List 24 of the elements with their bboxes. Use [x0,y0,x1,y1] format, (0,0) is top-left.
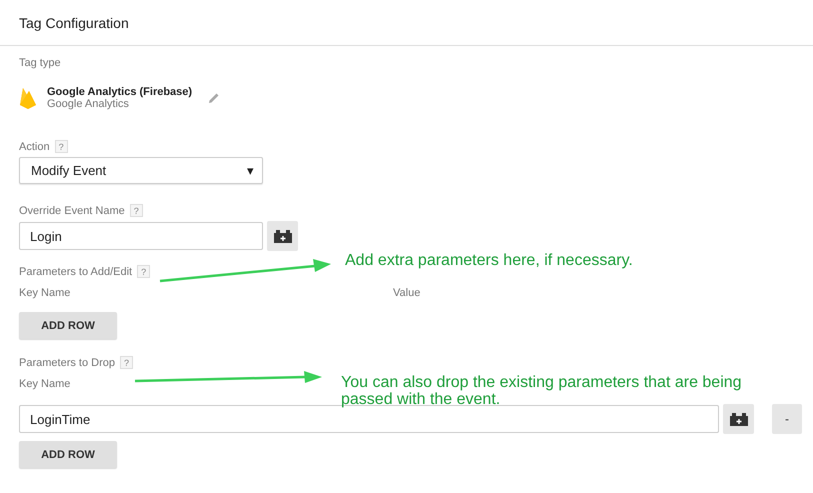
variable-icon [730,412,748,426]
field-label: Parameters to Add/Edit [19,266,132,278]
parameter-field[interactable]: LoginTime [19,405,719,433]
variable-button[interactable] [723,404,754,434]
annotation-text: You can also drop the existing parameters that are being passed with the event. [341,374,743,408]
field-label: Action [19,140,50,152]
remove-button[interactable]: - [772,404,802,434]
column-header: Value [393,287,420,299]
add-row-button[interactable]: ADD ROW [19,441,117,468]
column-header: Key Name [19,287,70,299]
field-label: Tag type [19,57,62,69]
action-dropdown[interactable]: Modify Event ▾ [19,157,263,184]
tag-type-name: Google Analytics (Firebase) [47,86,192,98]
variable-button[interactable] [267,221,298,251]
panel-title: Tag Configuration [19,14,129,30]
tag-type-subtitle: Google Analytics [47,98,130,110]
variable-icon [274,230,292,242]
annotation-text: Add extra parameters here, if necessary. [345,252,634,269]
column-header: Key Name [19,378,70,390]
field-label: Parameters to Drop [19,356,115,368]
add-row-button[interactable]: ADD ROW [19,312,117,339]
field-label: Override Event Name [19,204,125,216]
flame-icon [19,86,37,110]
event-name-field[interactable]: Login [19,222,263,250]
